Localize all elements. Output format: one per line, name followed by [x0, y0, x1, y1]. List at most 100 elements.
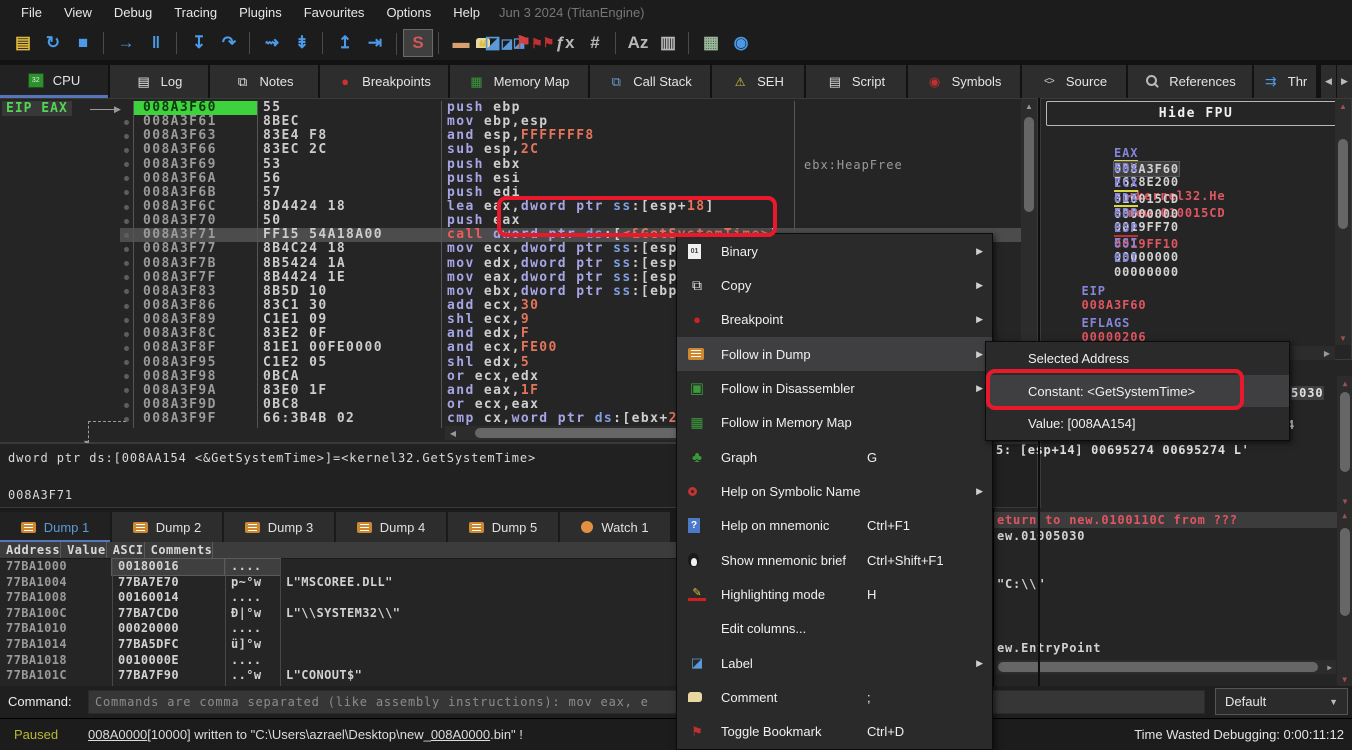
- dump-address[interactable]: 77BA1008: [0, 590, 112, 606]
- breakpoint-dot[interactable]: [120, 143, 133, 157]
- view-tab[interactable]: Log: [110, 65, 208, 98]
- disasm-address[interactable]: 008A3F8F: [133, 341, 257, 355]
- stack-row[interactable]: [994, 560, 1352, 576]
- view-tab[interactable]: SEH: [712, 65, 804, 98]
- breakpoint-dot[interactable]: [120, 101, 133, 115]
- disasm-address[interactable]: 008A3F9A: [133, 384, 257, 398]
- stack-row[interactable]: [994, 624, 1352, 640]
- internet-button[interactable]: ◉: [726, 29, 756, 57]
- stack-row[interactable]: ew.EntryPoint: [994, 640, 1352, 656]
- dump-tab[interactable]: Dump 3: [224, 512, 334, 542]
- bookmark-button[interactable]: ⚑: [520, 29, 550, 57]
- scroll-thumb[interactable]: [1340, 392, 1350, 472]
- disasm-instruction[interactable]: push esi: [441, 172, 794, 186]
- breakpoint-dot[interactable]: [120, 341, 133, 355]
- register-row[interactable]: EDI 00000000: [1049, 237, 1329, 252]
- address-link[interactable]: 008A0000: [431, 727, 490, 742]
- pause-button[interactable]: ‖: [141, 29, 171, 57]
- view-tab[interactable]: Symbols: [908, 65, 1020, 98]
- view-tab[interactable]: References: [1128, 65, 1252, 98]
- scroll-down-icon[interactable]: ▼: [1335, 331, 1351, 345]
- tab-scroll-left-button[interactable]: ◀: [1321, 65, 1336, 98]
- context-menu-item[interactable]: Follow in Disassembler ▶: [677, 371, 992, 405]
- dump-value[interactable]: 77BA7F90: [112, 668, 225, 684]
- register-row[interactable]: ESI 00000000: [1049, 222, 1329, 237]
- step-out-button[interactable]: ↥: [330, 29, 360, 57]
- scroll-right-icon[interactable]: ▶: [1319, 346, 1335, 360]
- dump-tab[interactable]: Dump 4: [336, 512, 446, 542]
- disasm-address[interactable]: 008A3F83: [133, 285, 257, 299]
- context-menu-item[interactable]: Help on mnemonic Ctrl+F1 ▶: [677, 509, 992, 543]
- submenu-item[interactable]: Value: [008AA154]: [986, 407, 1289, 440]
- dump-value[interactable]: 77BA5DFC: [112, 637, 225, 653]
- breakpoint-dot[interactable]: [120, 299, 133, 313]
- disasm-row[interactable]: 008A3F66 83EC 2C sub esp,2C: [120, 143, 1022, 157]
- dump-value[interactable]: 0010000E: [112, 653, 225, 669]
- context-menu-item[interactable]: Edit columns... ▶: [677, 612, 992, 646]
- view-tab[interactable]: Breakpoints: [320, 65, 448, 98]
- dump-address[interactable]: 77BA1010: [0, 621, 112, 637]
- dump-column-header[interactable]: Value: [61, 542, 107, 558]
- breakpoint-dot[interactable]: [120, 129, 133, 143]
- disasm-row[interactable]: 008A3F6A 56 push esi: [120, 172, 1022, 186]
- disasm-row[interactable]: 008A3F60 55 push ebp: [120, 101, 1022, 115]
- view-tab[interactable]: Source: [1022, 65, 1126, 98]
- scroll-right-icon[interactable]: ▶: [1322, 660, 1338, 674]
- disasm-address[interactable]: 008A3F7F: [133, 271, 257, 285]
- dump-tab[interactable]: Dump 2: [112, 512, 222, 542]
- animate-into-button[interactable]: ⇝: [257, 29, 287, 57]
- breakpoint-dot[interactable]: [120, 186, 133, 200]
- dump-value[interactable]: 77BA7CD0: [112, 606, 225, 622]
- dump-value[interactable]: 77BA7E70: [112, 575, 225, 591]
- breakpoint-dot[interactable]: [120, 384, 133, 398]
- disasm-row[interactable]: 008A3F63 83E4 F8 and esp,FFFFFFF8: [120, 129, 1022, 143]
- view-tab[interactable]: CPU: [0, 65, 108, 98]
- disasm-address[interactable]: 008A3F77: [133, 242, 257, 256]
- register-row[interactable]: EAX 008A3F60: [1049, 132, 1329, 147]
- breakpoint-dot[interactable]: [120, 172, 133, 186]
- breakpoint-dot[interactable]: [120, 214, 133, 228]
- disasm-instruction[interactable]: push ebp: [441, 101, 794, 115]
- scroll-up-icon[interactable]: ▲: [1335, 99, 1351, 113]
- view-tab[interactable]: Thr: [1254, 65, 1316, 98]
- menu-item[interactable]: Tracing: [163, 2, 228, 23]
- disasm-address[interactable]: 008A3F6C: [133, 200, 257, 214]
- stack-row[interactable]: [994, 608, 1352, 624]
- breakpoint-dot[interactable]: [120, 313, 133, 327]
- view-tab[interactable]: Script: [806, 65, 906, 98]
- menu-item[interactable]: Favourites: [293, 2, 376, 23]
- breakpoint-dot[interactable]: [120, 257, 133, 271]
- disasm-address[interactable]: 008A3F63: [133, 129, 257, 143]
- address-link[interactable]: 008A0000: [88, 727, 147, 742]
- disasm-address[interactable]: 008A3F7B: [133, 257, 257, 271]
- stack-row[interactable]: [994, 592, 1352, 608]
- register-row[interactable]: EDX 00000000: [1049, 177, 1329, 192]
- menu-item[interactable]: Plugins: [228, 2, 293, 23]
- view-tab[interactable]: Call Stack: [590, 65, 710, 98]
- scroll-thumb[interactable]: [998, 662, 1318, 672]
- disasm-address[interactable]: 008A3F66: [133, 143, 257, 157]
- ascii-table-button[interactable]: Az: [623, 29, 653, 57]
- dump-address[interactable]: 77BA1018: [0, 653, 112, 669]
- dump-address[interactable]: 77BA101C: [0, 668, 112, 684]
- stack-row[interactable]: eturn to new.0100110C from ???: [994, 512, 1352, 528]
- disasm-address[interactable]: 008A3F95: [133, 356, 257, 370]
- breakpoint-dot[interactable]: [120, 370, 133, 384]
- command-input[interactable]: [88, 690, 1205, 714]
- disasm-address[interactable]: 008A3F70: [133, 214, 257, 228]
- dump-address[interactable]: 77BA100C: [0, 606, 112, 622]
- menu-item[interactable]: Help: [442, 2, 491, 23]
- trace-button[interactable]: S: [403, 29, 433, 57]
- step-over-button[interactable]: ↷: [214, 29, 244, 57]
- dump-column-header[interactable]: Address: [0, 542, 61, 558]
- dump-tab[interactable]: Dump 5: [448, 512, 558, 542]
- scroll-thumb[interactable]: [1340, 528, 1350, 616]
- tab-scroll-right-button[interactable]: ▶: [1337, 65, 1352, 98]
- restart-button[interactable]: ↻: [38, 29, 68, 57]
- register-row[interactable]: EBX 7628E200 <kernel32.He: [1049, 147, 1329, 162]
- registers-vscrollbar[interactable]: ▲ ▼: [1335, 99, 1351, 345]
- dump-address[interactable]: 77BA1014: [0, 637, 112, 653]
- breakpoint-dot[interactable]: [120, 242, 133, 256]
- dump-value[interactable]: 00160014: [112, 590, 225, 606]
- disasm-row[interactable]: 008A3F61 8BEC mov ebp,esp: [120, 115, 1022, 129]
